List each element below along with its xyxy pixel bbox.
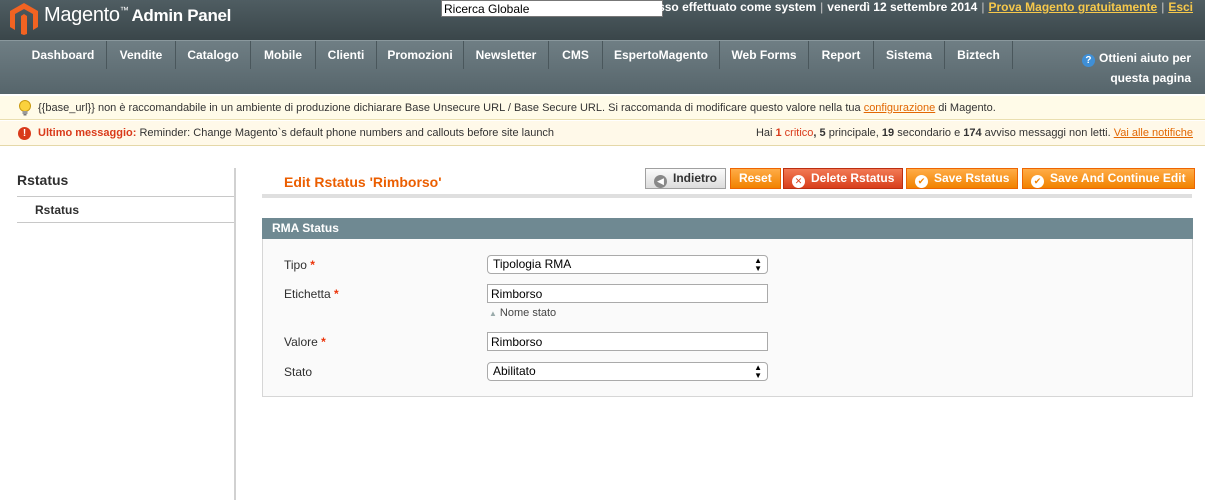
last-message-text: Reminder: Change Magento`s default phone… bbox=[136, 127, 555, 139]
reset-button[interactable]: Reset bbox=[730, 168, 781, 189]
main-nav: Dashboard Vendite Catalogo Mobile Client… bbox=[0, 40, 1205, 94]
save-continue-button[interactable]: ✔ Save And Continue Edit bbox=[1022, 168, 1195, 189]
stato-label: Stato bbox=[284, 365, 313, 379]
logout-link[interactable]: Esci bbox=[1168, 0, 1193, 14]
save-check-icon: ✔ bbox=[915, 175, 928, 188]
delete-button[interactable]: ✕ Delete Rstatus bbox=[783, 168, 904, 189]
etichetta-input[interactable] bbox=[487, 284, 768, 303]
etichetta-hint: ▲ Nome stato bbox=[489, 307, 557, 319]
select-arrows-icon: ▲ ▼ bbox=[754, 363, 762, 380]
configuration-link[interactable]: configurazione bbox=[864, 102, 936, 114]
base-url-notice-suffix: di Magento. bbox=[935, 102, 996, 114]
nav-espertomagento[interactable]: EspertoMagento bbox=[603, 41, 720, 69]
content-header-divider bbox=[262, 194, 1192, 198]
valore-input[interactable] bbox=[487, 332, 768, 351]
nav-promozioni[interactable]: Promozioni bbox=[377, 41, 464, 69]
stato-select[interactable]: Abilitato ▲ ▼ bbox=[487, 362, 768, 381]
nav-dashboard[interactable]: Dashboard bbox=[20, 41, 107, 69]
nav-report[interactable]: Report bbox=[809, 41, 874, 69]
valore-label: Valore * bbox=[284, 335, 326, 349]
nav-catalogo[interactable]: Catalogo bbox=[176, 41, 251, 69]
minor-count: 19 bbox=[881, 127, 895, 139]
help-icon: ? bbox=[1081, 54, 1095, 67]
nav-clienti[interactable]: Clienti bbox=[316, 41, 377, 69]
nav-web-forms[interactable]: Web Forms bbox=[720, 41, 809, 69]
nav-biztech[interactable]: Biztech bbox=[945, 41, 1013, 69]
tipo-label: Tipo * bbox=[284, 258, 315, 272]
nav-cms[interactable]: CMS bbox=[549, 41, 603, 69]
lightbulb-icon bbox=[19, 100, 31, 116]
nav-newsletter[interactable]: Newsletter bbox=[464, 41, 549, 69]
all-notifications-link[interactable]: Vai alle notifiche bbox=[1114, 127, 1193, 139]
help-text: Ottieni aiuto per questa pagina bbox=[1098, 51, 1191, 85]
save-continue-check-icon: ✔ bbox=[1031, 175, 1044, 188]
back-arrow-icon: ◀ bbox=[654, 175, 667, 188]
tipo-select[interactable]: Tipologia RMA ▲ ▼ bbox=[487, 255, 768, 274]
page-title: Edit Rstatus 'Rimborso' bbox=[284, 174, 442, 190]
notice-count: 174 bbox=[963, 127, 982, 139]
sidebar-tab-rstatus[interactable]: Rstatus bbox=[17, 196, 234, 223]
try-magento-link[interactable]: Prova Magento gratuitamente bbox=[988, 0, 1157, 14]
save-button[interactable]: ✔ Save Rstatus bbox=[906, 168, 1019, 189]
last-message-label: Ultimo messaggio: bbox=[38, 127, 137, 139]
magento-logo-icon bbox=[10, 3, 38, 35]
base-url-notice-text: {{base_url}} non è raccomandabile in un … bbox=[38, 102, 864, 114]
error-icon: ! bbox=[18, 127, 31, 140]
nav-sistema[interactable]: Sistema bbox=[874, 41, 945, 69]
message-summary: Hai 1 critico, 5 principale, 19 secondar… bbox=[755, 127, 1193, 139]
select-arrows-icon: ▲ ▼ bbox=[754, 256, 762, 273]
header-user-info: Accesso effettuato come system | venerdì 1… bbox=[629, 0, 1193, 14]
back-button[interactable]: ◀ Indietro bbox=[645, 168, 726, 189]
header-date: venerdì 12 settembre 2014 bbox=[827, 0, 978, 14]
logged-in-text: Accesso effettuato come system bbox=[629, 0, 817, 14]
logo-text: Magento™ Admin Panel bbox=[44, 4, 232, 26]
base-url-notice: {{base_url}} non è raccomandabile in un … bbox=[0, 96, 1205, 120]
sidebar-title: Rstatus bbox=[17, 172, 69, 188]
etichetta-label: Etichetta * bbox=[284, 287, 339, 301]
last-message-notice: ! Ultimo messaggio: Reminder: Change Mag… bbox=[0, 121, 1205, 146]
header-bar: Magento™Admin Panel Accesso effettuato c… bbox=[0, 0, 1205, 40]
delete-x-icon: ✕ bbox=[792, 175, 805, 188]
major-count: , 5 bbox=[813, 127, 826, 139]
nav-vendite[interactable]: Vendite bbox=[107, 41, 176, 69]
hint-triangle-icon: ▲ bbox=[489, 309, 497, 318]
nav-mobile[interactable]: Mobile bbox=[251, 41, 316, 69]
fieldset-legend: RMA Status bbox=[262, 218, 1193, 239]
help-link[interactable]: ? Ottieni aiuto per questa pagina bbox=[1043, 48, 1191, 88]
sidebar: Rstatus Rstatus bbox=[0, 168, 236, 500]
